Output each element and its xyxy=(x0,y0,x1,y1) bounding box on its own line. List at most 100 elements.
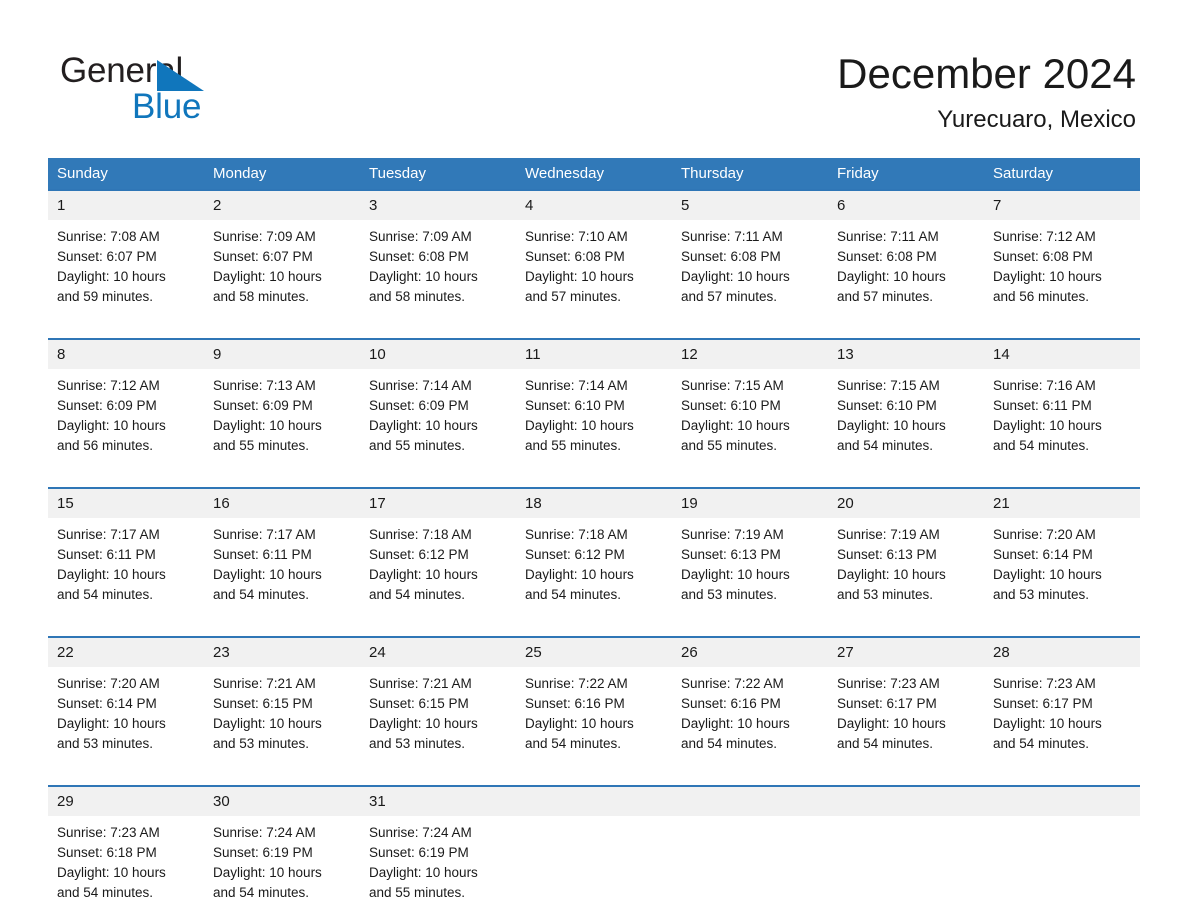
day-number-13[interactable]: 13 xyxy=(828,340,984,369)
daylight-text-line2: and 56 minutes. xyxy=(57,438,154,453)
day-number-empty xyxy=(828,787,984,816)
sunset-text: Sunset: 6:12 PM xyxy=(525,547,625,562)
day-number-11[interactable]: 11 xyxy=(516,340,672,369)
week-gap xyxy=(48,767,1140,785)
day-number-27[interactable]: 27 xyxy=(828,638,984,667)
daylight-text-line1: Daylight: 10 hours xyxy=(213,269,322,284)
day-number-empty xyxy=(984,787,1140,816)
sunset-text: Sunset: 6:17 PM xyxy=(837,696,937,711)
daylight-text-line2: and 54 minutes. xyxy=(993,438,1090,453)
day-number-2[interactable]: 2 xyxy=(204,191,360,220)
daylight-text-line2: and 54 minutes. xyxy=(57,587,154,602)
column-header-sunday: Sunday xyxy=(48,158,204,189)
day-number-30[interactable]: 30 xyxy=(204,787,360,816)
logo-text-blue: Blue xyxy=(132,87,202,126)
day-number-23[interactable]: 23 xyxy=(204,638,360,667)
day-detail-13: Sunrise: 7:15 AM Sunset: 6:10 PM Daylight:… xyxy=(828,369,984,469)
sunrise-text: Sunrise: 7:20 AM xyxy=(993,527,1096,542)
day-number-10[interactable]: 10 xyxy=(360,340,516,369)
daylight-text-line1: Daylight: 10 hours xyxy=(213,418,322,433)
daylight-text-line1: Daylight: 10 hours xyxy=(993,716,1102,731)
day-detail-row: Sunrise: 7:20 AM Sunset: 6:14 PM Daylight:… xyxy=(48,667,1140,767)
day-detail-25: Sunrise: 7:22 AM Sunset: 6:16 PM Daylight:… xyxy=(516,667,672,767)
day-number-row: 8 9 10 11 12 13 14 xyxy=(48,340,1140,369)
sunrise-text: Sunrise: 7:13 AM xyxy=(213,378,316,393)
day-number-4[interactable]: 4 xyxy=(516,191,672,220)
daylight-text-line2: and 59 minutes. xyxy=(57,289,154,304)
calendar-page: General Blue December 2024 Yurecuaro, Me… xyxy=(0,0,1188,918)
day-number-3[interactable]: 3 xyxy=(360,191,516,220)
week-gap-cell xyxy=(48,618,1140,636)
day-number-15[interactable]: 15 xyxy=(48,489,204,518)
daylight-text-line1: Daylight: 10 hours xyxy=(525,567,634,582)
column-header-thursday: Thursday xyxy=(672,158,828,189)
day-number-9[interactable]: 9 xyxy=(204,340,360,369)
day-detail-6: Sunrise: 7:11 AM Sunset: 6:08 PM Daylight:… xyxy=(828,220,984,320)
day-detail-18: Sunrise: 7:18 AM Sunset: 6:12 PM Daylight:… xyxy=(516,518,672,618)
sunrise-text: Sunrise: 7:21 AM xyxy=(369,676,472,691)
day-number-19[interactable]: 19 xyxy=(672,489,828,518)
sunrise-text: Sunrise: 7:24 AM xyxy=(213,825,316,840)
day-number-1[interactable]: 1 xyxy=(48,191,204,220)
daylight-text-line2: and 54 minutes. xyxy=(525,587,622,602)
day-number-26[interactable]: 26 xyxy=(672,638,828,667)
sunset-text: Sunset: 6:14 PM xyxy=(57,696,157,711)
sunrise-text: Sunrise: 7:18 AM xyxy=(369,527,472,542)
page-header: General Blue December 2024 Yurecuaro, Me… xyxy=(0,0,1188,158)
day-detail-31: Sunrise: 7:24 AM Sunset: 6:19 PM Daylight:… xyxy=(360,816,516,916)
day-number-21[interactable]: 21 xyxy=(984,489,1140,518)
sunrise-text: Sunrise: 7:15 AM xyxy=(681,378,784,393)
day-number-18[interactable]: 18 xyxy=(516,489,672,518)
day-number-12[interactable]: 12 xyxy=(672,340,828,369)
week-gap-cell xyxy=(48,767,1140,785)
daylight-text-line1: Daylight: 10 hours xyxy=(213,716,322,731)
daylight-text-line2: and 54 minutes. xyxy=(837,736,934,751)
sunset-text: Sunset: 6:07 PM xyxy=(213,249,313,264)
day-number-6[interactable]: 6 xyxy=(828,191,984,220)
sunrise-text: Sunrise: 7:21 AM xyxy=(213,676,316,691)
calendar-body: 1 2 3 4 5 6 7 Sunrise: 7:08 AM Sunset: 6:07 PM Da… xyxy=(48,189,1140,916)
day-detail-14: Sunrise: 7:16 AM Sunset: 6:11 PM Daylight:… xyxy=(984,369,1140,469)
sunrise-text: Sunrise: 7:17 AM xyxy=(57,527,160,542)
sunrise-text: Sunrise: 7:18 AM xyxy=(525,527,628,542)
day-number-row: 22 23 24 25 26 27 28 xyxy=(48,638,1140,667)
daylight-text-line2: and 58 minutes. xyxy=(369,289,466,304)
daylight-text-line2: and 53 minutes. xyxy=(369,736,466,751)
day-number-28[interactable]: 28 xyxy=(984,638,1140,667)
daylight-text-line2: and 53 minutes. xyxy=(213,736,310,751)
sunset-text: Sunset: 6:09 PM xyxy=(213,398,313,413)
sunset-text: Sunset: 6:11 PM xyxy=(57,547,156,562)
day-number-17[interactable]: 17 xyxy=(360,489,516,518)
daylight-text-line1: Daylight: 10 hours xyxy=(57,269,166,284)
daylight-text-line1: Daylight: 10 hours xyxy=(57,716,166,731)
daylight-text-line1: Daylight: 10 hours xyxy=(369,716,478,731)
day-number-20[interactable]: 20 xyxy=(828,489,984,518)
day-number-5[interactable]: 5 xyxy=(672,191,828,220)
sunset-text: Sunset: 6:08 PM xyxy=(681,249,781,264)
sunrise-text: Sunrise: 7:23 AM xyxy=(837,676,940,691)
daylight-text-line2: and 53 minutes. xyxy=(837,587,934,602)
day-number-25[interactable]: 25 xyxy=(516,638,672,667)
sunset-text: Sunset: 6:15 PM xyxy=(213,696,313,711)
sunset-text: Sunset: 6:12 PM xyxy=(369,547,469,562)
sunset-text: Sunset: 6:16 PM xyxy=(525,696,625,711)
day-number-14[interactable]: 14 xyxy=(984,340,1140,369)
day-number-22[interactable]: 22 xyxy=(48,638,204,667)
daylight-text-line2: and 54 minutes. xyxy=(213,587,310,602)
sunset-text: Sunset: 6:10 PM xyxy=(681,398,781,413)
day-detail-4: Sunrise: 7:10 AM Sunset: 6:08 PM Daylight:… xyxy=(516,220,672,320)
daylight-text-line1: Daylight: 10 hours xyxy=(57,567,166,582)
day-number-31[interactable]: 31 xyxy=(360,787,516,816)
day-number-24[interactable]: 24 xyxy=(360,638,516,667)
day-detail-8: Sunrise: 7:12 AM Sunset: 6:09 PM Daylight:… xyxy=(48,369,204,469)
day-number-7[interactable]: 7 xyxy=(984,191,1140,220)
daylight-text-line2: and 53 minutes. xyxy=(681,587,778,602)
day-number-16[interactable]: 16 xyxy=(204,489,360,518)
daylight-text-line1: Daylight: 10 hours xyxy=(57,418,166,433)
generalblue-logo[interactable]: General Blue xyxy=(60,52,320,132)
sunset-text: Sunset: 6:10 PM xyxy=(837,398,937,413)
day-number-29[interactable]: 29 xyxy=(48,787,204,816)
day-number-8[interactable]: 8 xyxy=(48,340,204,369)
sunset-text: Sunset: 6:15 PM xyxy=(369,696,469,711)
day-detail-23: Sunrise: 7:21 AM Sunset: 6:15 PM Daylight:… xyxy=(204,667,360,767)
